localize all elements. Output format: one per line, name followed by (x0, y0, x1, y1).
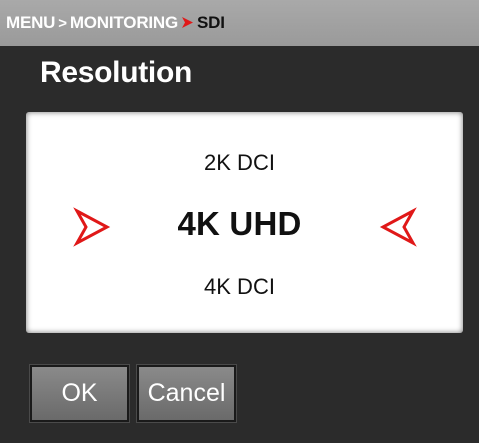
breadcrumb-item-monitoring[interactable]: MONITORING (70, 13, 178, 33)
cancel-button[interactable]: Cancel (137, 365, 236, 422)
picker-option-next[interactable]: 4K DCI (0, 274, 479, 300)
breadcrumb-separator: > (58, 14, 67, 32)
picker-option-previous[interactable]: 2K DCI (0, 150, 479, 176)
previous-arrow-icon[interactable] (72, 207, 112, 247)
breadcrumb-separator-active-icon (181, 15, 194, 32)
ok-button[interactable]: OK (30, 365, 129, 422)
breadcrumb-item-sdi: SDI (197, 13, 225, 32)
breadcrumb: MENU > MONITORING SDI (0, 0, 479, 46)
page-title: Resolution (40, 56, 192, 89)
breadcrumb-item-menu[interactable]: MENU (6, 13, 55, 33)
next-arrow-icon[interactable] (378, 207, 418, 247)
